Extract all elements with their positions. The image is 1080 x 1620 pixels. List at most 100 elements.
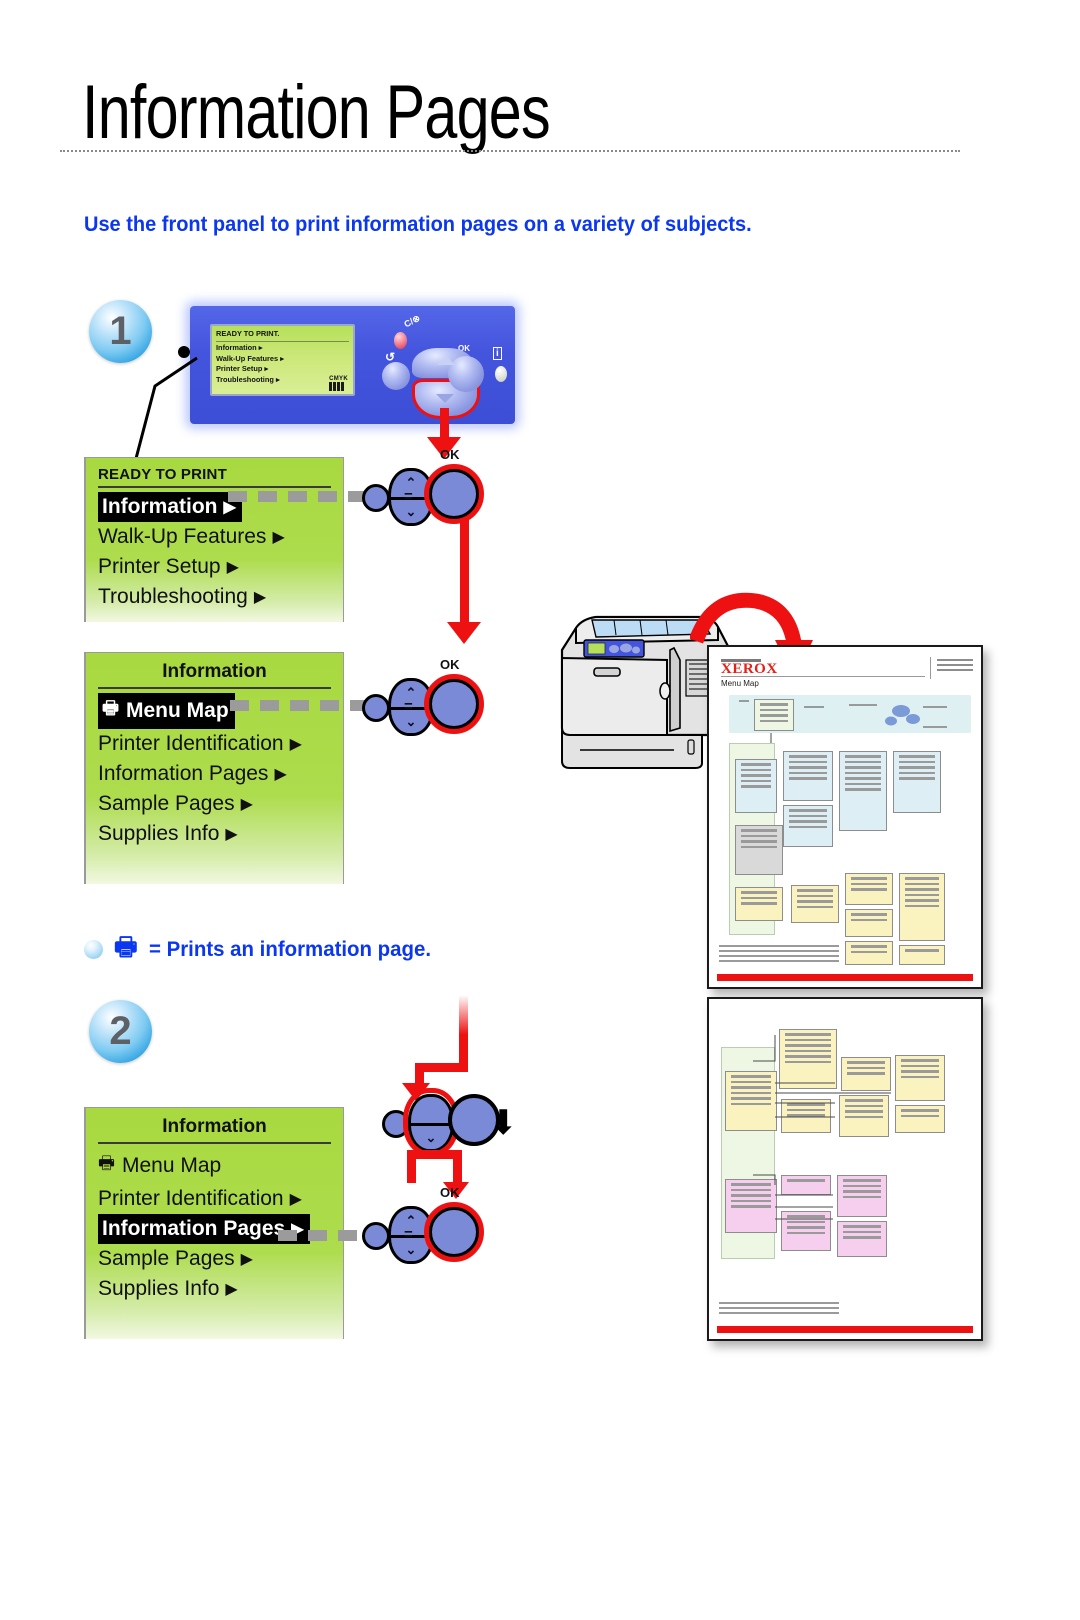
- back-button[interactable]: [362, 694, 390, 722]
- legend: 🖶 = Prints an information page.: [84, 928, 445, 971]
- menu-item-label: Information: [102, 495, 218, 518]
- menu-item-troubleshooting[interactable]: Troubleshooting ▶: [86, 582, 343, 612]
- diagram-node: [735, 759, 777, 813]
- equals-sign: =: [404, 1226, 413, 1243]
- bullet-icon: [84, 940, 103, 959]
- diagram-node: [791, 885, 839, 923]
- chevron-right-icon: ▶: [289, 1191, 302, 1208]
- ok-highlight-ring: [424, 1202, 484, 1262]
- lcd-ink-gauge: CMYK: [329, 376, 348, 391]
- diagram-node: [783, 805, 833, 847]
- diagram-node: [783, 751, 833, 801]
- diagram-node: [725, 1179, 777, 1233]
- front-panel-illustration: READY TO PRINT. Information ▸ Walk-Up Fe…: [190, 306, 515, 424]
- chevron-right-icon: ▶: [289, 736, 302, 753]
- back-button[interactable]: [362, 1222, 390, 1250]
- chevron-right-icon: ▶: [253, 589, 267, 606]
- callout-leader: [131, 356, 198, 471]
- lcd-item: Printer Setup ▸: [216, 364, 269, 373]
- ok-label: OK: [440, 657, 460, 672]
- menu-item-printer-identification[interactable]: Printer Identification ▶: [86, 1184, 343, 1214]
- menu-divider: [98, 486, 331, 488]
- page-footer-lines: [719, 1302, 839, 1317]
- chevron-down-icon: ⌄: [405, 504, 417, 519]
- page-subtitle: Use the front panel to print information…: [84, 212, 752, 236]
- ok-label: OK: [440, 1185, 460, 1200]
- diagram-node: [841, 1057, 891, 1091]
- equals-sign: =: [404, 488, 413, 505]
- diagram-node: [899, 873, 945, 941]
- flow-arrow-3-vert: [459, 995, 468, 1067]
- diagram-node: [781, 1099, 831, 1133]
- diagram-node: [781, 1175, 831, 1195]
- back-button[interactable]: [382, 362, 410, 390]
- scroll-down-indicator-icon: ⬇: [489, 1104, 518, 1142]
- lcd-status: READY TO PRINT.: [216, 329, 349, 342]
- diagram-node: [837, 1175, 887, 1217]
- page-title: Information Pages: [82, 70, 551, 155]
- chevron-right-icon: ▶: [240, 796, 253, 813]
- back-button[interactable]: [362, 484, 390, 512]
- printer-icon: 🖶: [98, 1153, 115, 1173]
- menu-status: READY TO PRINT: [98, 466, 227, 483]
- diagram-node: [845, 941, 893, 965]
- title-divider: [60, 150, 960, 152]
- menu-title: Information: [162, 661, 267, 682]
- lcd-item: Walk-Up Features ▸: [216, 353, 284, 363]
- menu-item-label: Printer Identification: [98, 732, 284, 755]
- menu-item-label: Printer Identification: [98, 1187, 284, 1210]
- chevron-up-icon: [437, 356, 455, 365]
- diagram-node: [839, 1095, 889, 1137]
- diagram-node: [837, 1221, 887, 1257]
- menu-item-information[interactable]: Information ▶: [98, 492, 242, 522]
- menu-item-supplies-info[interactable]: Supplies Info ▶: [86, 819, 343, 849]
- menu-item-label: Menu Map: [122, 1154, 222, 1177]
- diagram-node: [899, 945, 945, 965]
- menu-item-printer-identification[interactable]: Printer Identification ▶: [86, 729, 343, 759]
- callout-dot: [178, 346, 190, 358]
- button-cluster-step2a: ⌄: [382, 1088, 502, 1156]
- diagram-node: [725, 1071, 777, 1131]
- chevron-right-icon: ▶: [225, 826, 238, 843]
- page-footer-lines: [719, 945, 839, 965]
- menu-item-label: Sample Pages: [98, 1247, 235, 1270]
- page-name: Menu Map: [721, 679, 759, 688]
- menu-item-information-pages[interactable]: Information Pages ▶: [86, 759, 343, 789]
- ok-highlight-ring: [424, 674, 484, 734]
- header-rule: [721, 676, 925, 677]
- flow-arrow-2-head: [447, 622, 481, 644]
- menu-item-sample-pages[interactable]: Sample Pages ▶: [86, 789, 343, 819]
- menu-item-supplies-info[interactable]: Supplies Info ▶: [86, 1274, 343, 1304]
- connector-dashes: [278, 1230, 373, 1241]
- chevron-down-icon: ⌄: [405, 1242, 417, 1257]
- diagram-node: [735, 825, 783, 875]
- diagram-node: [893, 751, 941, 813]
- diagram-node: [735, 887, 783, 921]
- menu-item-label: Menu Map: [126, 699, 229, 722]
- diagram-node: [779, 1029, 837, 1089]
- menu-item-label: Troubleshooting: [98, 585, 248, 608]
- diagram-node: [845, 873, 893, 905]
- info-label: i: [493, 347, 502, 360]
- chevron-right-icon: ▶: [240, 1251, 253, 1268]
- menu-screen-ready: READY TO PRINT Information ▶ Walk-Up Fea…: [84, 457, 344, 622]
- chevron-right-icon: ▶: [272, 529, 285, 546]
- equals-sign: =: [404, 698, 413, 715]
- menu-item-label: Walk-Up Features: [98, 525, 267, 548]
- menu-screen-information: Information 🖶 Menu Map Printer Identific…: [84, 652, 344, 884]
- menu-title: Information: [162, 1116, 267, 1137]
- menu-item-walk-up-features[interactable]: Walk-Up Features ▶: [86, 522, 343, 552]
- printed-page-information-pages: [707, 997, 983, 1341]
- ok-label: OK: [440, 447, 460, 462]
- legend-text: = Prints an information page.: [148, 937, 431, 961]
- menu-item-printer-setup[interactable]: Printer Setup ▶: [86, 552, 343, 582]
- diagram-node: [839, 751, 887, 831]
- menu-item-label: Sample Pages: [98, 792, 235, 815]
- menu-item-menu-map[interactable]: 🖶 Menu Map: [86, 1148, 343, 1184]
- connector-dashes: [228, 491, 368, 502]
- menu-item-sample-pages[interactable]: Sample Pages ▶: [86, 1244, 343, 1274]
- menu-item-label: Printer Setup: [98, 555, 221, 578]
- menu-item-menu-map[interactable]: 🖶 Menu Map: [98, 693, 235, 729]
- menu-item-label: Supplies Info: [98, 1277, 220, 1300]
- lcd-item: Information ▸: [216, 343, 263, 352]
